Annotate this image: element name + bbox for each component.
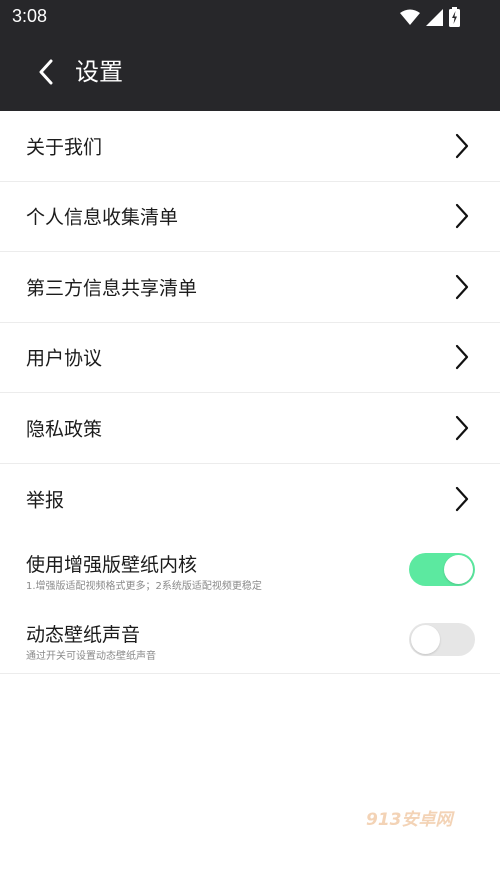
watermark: 913安卓网 [366,810,453,830]
chevron-right-icon [455,274,469,299]
status-time: 3:08 [12,6,48,26]
signal-icon [426,8,443,26]
menu-item-personal-info-list[interactable]: 个人信息收集清单 [0,182,500,252]
wifi-icon [400,9,420,25]
battery-charging-icon [449,7,460,27]
setting-description: 通过开关可设置动态壁纸声音 [26,651,156,662]
chevron-right-icon [455,486,469,511]
back-button[interactable] [26,52,66,92]
setting-description: 1.增强版适配视频格式更多；2系统版适配视频更稳定 [26,581,262,592]
menu-item-label: 第三方信息共享清单 [26,277,198,300]
setting-enhanced-wallpaper-kernel: 使用增强版壁纸内核 1.增强版适配视频格式更多；2系统版适配视频更稳定 [0,534,500,604]
page-title: 设置 [75,58,123,86]
chevron-right-icon [455,133,469,158]
chevron-right-icon [455,345,469,370]
menu-item-label: 隐私政策 [26,418,103,441]
settings-list: 关于我们 个人信息收集清单 第三方信息共享清单 用户协议 隐私政策 举报 使用增… [0,111,500,674]
app-header: 3:08 设置 [0,0,500,111]
wallpaper-sound-toggle[interactable] [409,623,475,656]
status-bar: 3:08 [0,0,500,34]
setting-title: 使用增强版壁纸内核 [26,554,198,576]
menu-item-label: 用户协议 [26,347,103,370]
status-icons [400,7,460,27]
toggle-knob [411,625,440,654]
chevron-left-icon [39,59,53,85]
enhanced-kernel-toggle[interactable] [409,553,475,586]
menu-item-user-agreement[interactable]: 用户协议 [0,323,500,393]
menu-item-label: 关于我们 [26,136,103,159]
menu-item-third-party-sharing-list[interactable]: 第三方信息共享清单 [0,252,500,323]
menu-item-report[interactable]: 举报 [0,464,500,535]
toggle-knob [444,555,473,584]
menu-item-label: 举报 [26,489,65,512]
menu-item-about-us[interactable]: 关于我们 [0,111,500,182]
setting-live-wallpaper-sound: 动态壁纸声音 通过开关可设置动态壁纸声音 [0,604,500,674]
setting-title: 动态壁纸声音 [26,624,141,646]
chevron-right-icon [455,204,469,229]
menu-item-privacy-policy[interactable]: 隐私政策 [0,393,500,464]
menu-item-label: 个人信息收集清单 [26,206,179,229]
chevron-right-icon [455,415,469,440]
title-bar: 设置 [0,34,500,111]
